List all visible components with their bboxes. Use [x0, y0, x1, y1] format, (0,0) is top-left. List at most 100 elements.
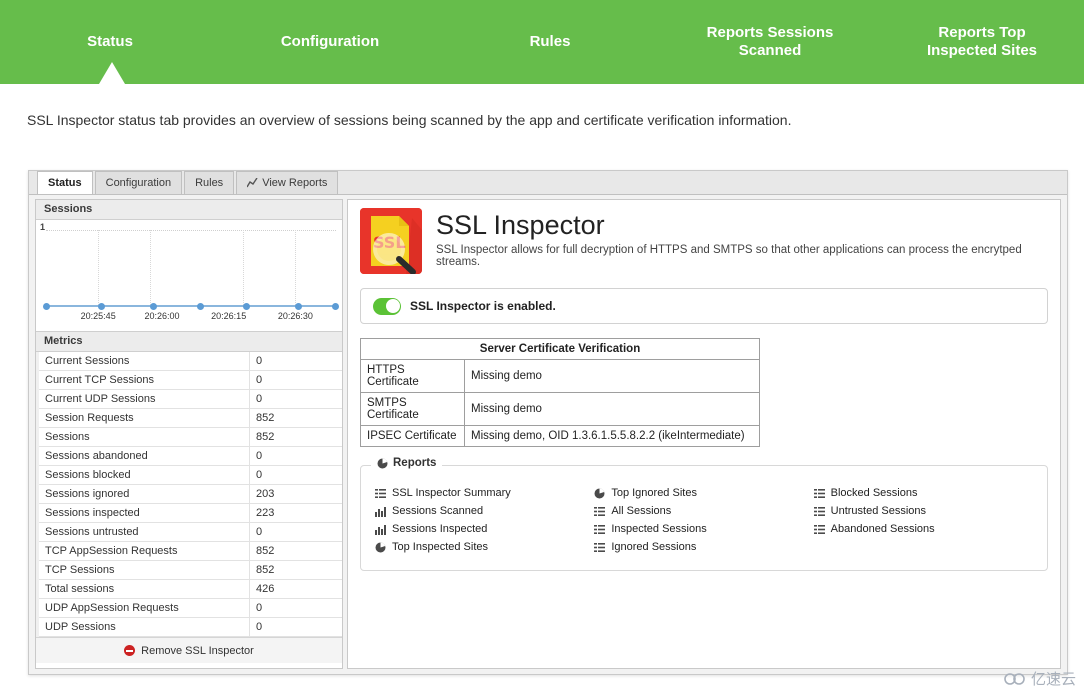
nav-item-status[interactable]: Status — [0, 33, 220, 51]
reports-column-3: Blocked Sessions Untrusted Sessions — [814, 484, 1033, 556]
table-header-row: Server Certificate Verification — [361, 339, 760, 360]
report-link-sessions-scanned[interactable]: Sessions Scanned — [375, 502, 594, 520]
cert-key: HTTPS Certificate — [361, 360, 465, 393]
toggle-knob — [386, 299, 400, 313]
enable-toggle-row: SSL Inspector is enabled. — [360, 288, 1048, 324]
app-header: SSL SSL Inspector SSL Inspector allows f… — [360, 208, 1048, 274]
report-link-top-ignored-sites[interactable]: Top Ignored Sites — [594, 484, 813, 502]
metric-value: 852 — [250, 409, 343, 428]
chart-x-tick-label: 20:26:00 — [144, 311, 179, 321]
report-link-label: Ignored Sessions — [611, 541, 696, 553]
nav-item-rules[interactable]: Rules — [440, 33, 660, 51]
cert-key: SMTPS Certificate — [361, 393, 465, 426]
cert-table-title: Server Certificate Verification — [361, 339, 760, 360]
cloud-icon — [1004, 672, 1026, 686]
metric-label: Sessions inspected — [38, 504, 250, 523]
table-row: TCP AppSession Requests852 — [38, 542, 343, 561]
report-link-blocked-sessions[interactable]: Blocked Sessions — [814, 484, 1033, 502]
top-navigation-bar: Status Configuration Rules Reports Sessi… — [0, 0, 1084, 84]
metric-value: 0 — [250, 618, 343, 637]
metric-value: 203 — [250, 485, 343, 504]
chart-gridline-vertical — [295, 230, 296, 307]
tab-rules[interactable]: Rules — [184, 171, 234, 194]
table-row: Sessions ignored203 — [38, 485, 343, 504]
reports-column-2: Top Ignored Sites All Sessions — [594, 484, 813, 556]
table-row: UDP AppSession Requests0 — [38, 599, 343, 618]
table-row: Current TCP Sessions0 — [38, 371, 343, 390]
report-link-label: Top Ignored Sites — [611, 487, 697, 499]
watermark-text: 亿速云 — [1031, 668, 1076, 689]
report-link-ssl-inspector-summary[interactable]: SSL Inspector Summary — [375, 484, 594, 502]
cert-value: Missing demo — [465, 360, 760, 393]
list-icon — [594, 542, 605, 553]
list-icon — [594, 524, 605, 535]
report-link-label: Top Inspected Sites — [392, 541, 488, 553]
report-link-top-inspected-sites[interactable]: Top Inspected Sites — [375, 538, 594, 556]
left-column: Sessions 1 20:25:45 — [35, 199, 343, 669]
remove-ssl-inspector-button[interactable]: Remove SSL Inspector — [36, 637, 342, 663]
tab-status-label: Status — [48, 176, 82, 190]
chart-baseline-series — [46, 305, 336, 307]
app-panel: Status Configuration Rules View Reports … — [28, 170, 1068, 675]
list-icon — [594, 506, 605, 517]
nav-item-configuration[interactable]: Configuration — [220, 33, 440, 51]
sessions-section-header: Sessions — [36, 200, 342, 220]
table-row: UDP Sessions0 — [38, 618, 343, 637]
nav-item-reports-top-inspected-sites[interactable]: Reports Top Inspected Sites — [880, 24, 1084, 60]
minus-circle-icon — [124, 645, 135, 656]
table-row: Sessions untrusted0 — [38, 523, 343, 542]
table-row: Total sessions426 — [38, 580, 343, 599]
chart-data-point — [98, 303, 105, 310]
tab-rules-label: Rules — [195, 176, 223, 190]
report-link-inspected-sessions[interactable]: Inspected Sessions — [594, 520, 813, 538]
table-row: Current Sessions0 — [38, 352, 343, 371]
reports-section: Reports SSL Inspector Summary — [360, 465, 1048, 571]
pie-chart-icon — [594, 488, 605, 499]
metric-value: 852 — [250, 428, 343, 447]
tab-status[interactable]: Status — [37, 171, 93, 194]
chart-data-point — [295, 303, 302, 310]
table-row: Sessions852 — [38, 428, 343, 447]
toggle-status-label: SSL Inspector is enabled. — [410, 299, 556, 313]
remove-ssl-inspector-label: Remove SSL Inspector — [141, 645, 254, 657]
table-row: TCP Sessions852 — [38, 561, 343, 580]
tab-view-reports[interactable]: View Reports — [236, 171, 338, 194]
tab-configuration-label: Configuration — [106, 176, 171, 190]
report-link-ignored-sessions[interactable]: Ignored Sessions — [594, 538, 813, 556]
metric-value: 223 — [250, 504, 343, 523]
table-row: Session Requests852 — [38, 409, 343, 428]
nav-item-reports-sessions-scanned[interactable]: Reports Sessions Scanned — [660, 24, 880, 60]
report-link-untrusted-sessions[interactable]: Untrusted Sessions — [814, 502, 1033, 520]
report-link-all-sessions[interactable]: All Sessions — [594, 502, 813, 520]
metric-label: TCP Sessions — [38, 561, 250, 580]
report-link-abandoned-sessions[interactable]: Abandoned Sessions — [814, 520, 1033, 538]
report-link-label: Blocked Sessions — [831, 487, 918, 499]
right-column: SSL SSL Inspector SSL Inspector allows f… — [347, 199, 1061, 669]
table-row: Sessions inspected223 — [38, 504, 343, 523]
ssl-inspector-logo-icon: SSL — [360, 208, 422, 274]
chart-gridline-vertical — [243, 230, 244, 307]
reports-legend: Reports — [371, 457, 442, 469]
chart-gridline-vertical — [98, 230, 99, 307]
list-icon — [814, 524, 825, 535]
ssl-inspector-enable-toggle[interactable] — [373, 298, 401, 315]
active-tab-pointer-icon — [99, 62, 125, 84]
metric-value: 0 — [250, 390, 343, 409]
report-link-sessions-inspected[interactable]: Sessions Inspected — [375, 520, 594, 538]
report-link-label: Abandoned Sessions — [831, 523, 935, 535]
reports-columns: SSL Inspector Summary Sessions Scanned — [375, 476, 1033, 556]
tab-configuration[interactable]: Configuration — [95, 171, 182, 194]
metric-label: Sessions ignored — [38, 485, 250, 504]
chart-data-point — [197, 303, 204, 310]
metric-value: 0 — [250, 466, 343, 485]
reports-column-1: SSL Inspector Summary Sessions Scanned — [375, 484, 594, 556]
page-description: SSL Inspector status tab provides an ove… — [27, 112, 1057, 128]
page-title: SSL Inspector — [436, 208, 1048, 242]
report-link-label: All Sessions — [611, 505, 671, 517]
metric-label: UDP AppSession Requests — [38, 599, 250, 618]
metric-value: 852 — [250, 542, 343, 561]
metrics-section-header: Metrics — [36, 332, 342, 352]
app-tab-bar: Status Configuration Rules View Reports — [29, 171, 1067, 195]
metric-label: Current UDP Sessions — [38, 390, 250, 409]
chart-gridline-vertical — [150, 230, 151, 307]
